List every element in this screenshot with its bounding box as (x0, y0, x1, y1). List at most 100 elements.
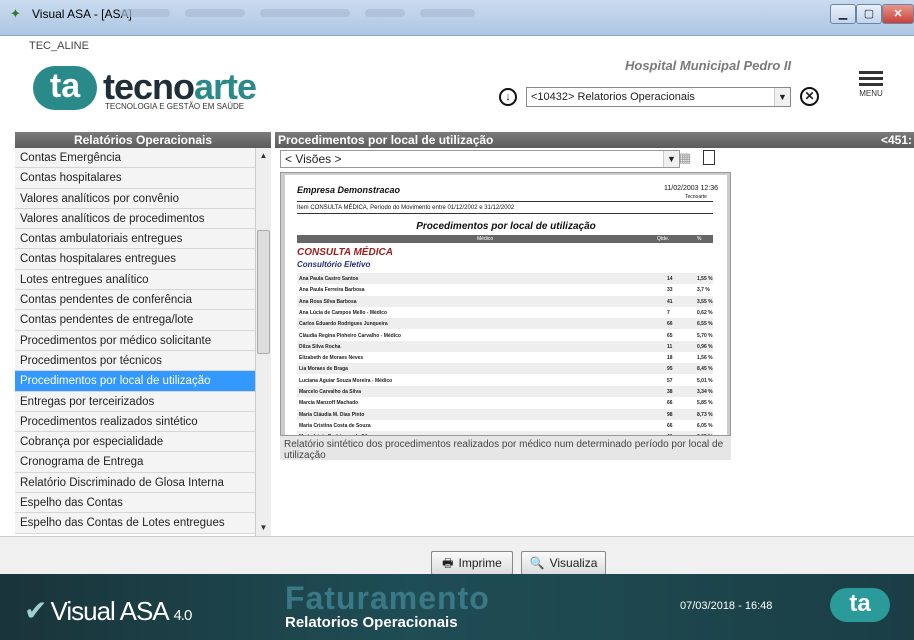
preview-divider (297, 213, 713, 214)
preview-category: CONSULTA MÉDICA (297, 247, 393, 258)
preview-cell-name: Maria Cristina Costa de Souza (299, 422, 371, 429)
preview-cell-pct: 3,55 % (697, 298, 713, 305)
footer-datetime: 07/03/2018 - 16:48 (680, 600, 773, 612)
preview-row: Ana Lúcia de Campos Mello - Médico 7 0,62 … (297, 307, 713, 318)
new-document-icon[interactable] (703, 150, 715, 165)
scroll-thumb[interactable] (257, 230, 270, 354)
list-item[interactable]: Contas Emergência (15, 148, 255, 169)
preview-cell-name: Luciana Aguiar Souza Moreira - Médico (299, 377, 393, 384)
list-item[interactable]: Espelho das Contas (15, 493, 255, 514)
preview-cell-qty: 14 (667, 276, 673, 282)
minimize-button[interactable]: ▁ (830, 4, 856, 24)
list-item[interactable]: Procedimentos por técnicos (15, 350, 255, 372)
preview-cell-qty: 7 (667, 309, 670, 316)
submodule-name: Relatorios Operacionais (285, 614, 458, 631)
list-item[interactable]: Valores analíticos de procedimentos (15, 208, 255, 230)
list-item[interactable]: Relatório Discriminado de Glosa Interna (15, 472, 255, 494)
preview-cell-pct: 5,85 % (697, 400, 713, 407)
sidebar-scrollbar[interactable]: ▲ ▼ (255, 148, 271, 536)
preview-cell-qty: 65 (667, 332, 673, 339)
list-item[interactable]: Entregas por terceirizados (15, 391, 255, 412)
scroll-up-icon[interactable]: ▲ (256, 148, 271, 164)
list-item[interactable]: Contas ambulatoriais entregues (15, 229, 255, 250)
properties-icon[interactable]: ▦ (679, 150, 693, 166)
blurred-title-text (120, 9, 170, 17)
sidebar: Relatórios Operacionais Contas Emergênci… (15, 132, 271, 536)
preview-cell-pct: 6,05 % (697, 422, 713, 429)
maximize-button[interactable]: ▢ (856, 4, 882, 24)
user-name: TEC_ALINE (29, 40, 89, 52)
preview-cell-qty: 57 (667, 377, 673, 384)
preview-row: Ana Rosa Silva Barbosa 41 3,55 % (297, 295, 713, 307)
preview-cell-name: Ana Paula Castro Santos (299, 276, 359, 282)
view-label: Visualiza (549, 556, 598, 570)
preview-cell-name: Lia Moraes de Braga (299, 366, 348, 373)
preview-row: Dilza Silva Rocha 11 0,96 % (297, 340, 713, 352)
preview-row: Luciana Aguiar Souza Moreira - Médico 57 5… (297, 375, 713, 386)
preview-row: Ana Paula Castro Santos 14 1,55 % (297, 273, 713, 284)
list-item[interactable]: Valores analíticos por convênio (15, 188, 255, 209)
list-item[interactable]: Contas hospitalares entregues (15, 249, 255, 270)
preview-cell-name: Ana Rosa Silva Barbosa (299, 298, 357, 305)
preview-cell-pct: 5,01 % (697, 377, 713, 384)
sidebar-title: Relatórios Operacionais (15, 132, 271, 148)
preview-row: Maria Cláudia M. Dias Pinto 98 8,73 % (297, 408, 713, 420)
preview-page: Empresa Demonstracao 11/02/2003 12:36 Te… (285, 175, 727, 435)
magnifier-icon: 🔍 (529, 556, 545, 570)
download-icon[interactable]: ↓ (499, 88, 517, 106)
list-item[interactable]: Lotes entregues analítico (15, 269, 255, 291)
preview-cell-name: Maria Cláudia M. Dias Pinto (299, 411, 365, 418)
list-item[interactable]: Espelho das Contas de Lotes entregues (15, 513, 255, 534)
preview-report-title: Procedimentos por local de utilização (416, 221, 596, 232)
preview-cell-qty: 41 (667, 298, 673, 305)
list-item-selected[interactable]: Procedimentos por local de utilização (15, 371, 255, 392)
preview-cell-qty: 11 (667, 343, 673, 350)
preview-item-line: Item CONSULTA MÉDICA, Período do Movimen… (297, 205, 515, 211)
preview-row: Cláudia Regina Pinheiro Carvalho - Médic… (297, 330, 713, 341)
list-item[interactable]: Cronograma de Entrega (15, 452, 255, 473)
report-code: <451: (880, 133, 912, 147)
preview-cell-name: Marcia Manzoff Machado (299, 400, 359, 407)
preview-cell-pct: 5,70 % (697, 332, 713, 339)
list-item[interactable]: Procedimentos por médico solicitante (15, 330, 255, 351)
list-item[interactable]: Contas pendentes de conferência (15, 290, 255, 311)
preview-cell-name: Ana Paula Ferreira Barbosa (299, 287, 365, 294)
menu-label: MENU (859, 89, 883, 98)
preview-vendor: Tecnoarte (685, 194, 707, 200)
preview-cell-name: Marcelo Carvalho da Silva (299, 389, 361, 395)
logo-badge: ta (33, 66, 97, 110)
preview-cell-qty: 95 (667, 366, 673, 373)
preview-date: 11/02/2003 12:36 (664, 185, 718, 192)
print-button[interactable]: 🖶 Imprime (431, 551, 513, 575)
report-list: Contas Emergência Contas hospitalares Va… (15, 148, 255, 536)
chevron-down-icon[interactable]: ▼ (774, 88, 790, 106)
report-description: Relatório sintético dos procedimentos re… (280, 436, 731, 461)
preview-cell-pct: 8,45 % (697, 366, 713, 373)
list-item[interactable]: Contas hospitalares (15, 168, 255, 189)
preview-row: Marcelo Carvalho da Silva 38 3,34 % (297, 386, 713, 397)
clear-icon[interactable]: ✕ (800, 87, 819, 106)
list-item[interactable]: Contas pendentes de entrega/lote (15, 310, 255, 331)
logo-name-part1: tecno (103, 66, 195, 107)
print-label: Imprime (458, 556, 502, 570)
report-title: Procedimentos por local de utilização (278, 133, 494, 147)
action-bar: 🖶 Imprime 🔍 Visualiza (0, 536, 914, 575)
view-button[interactable]: 🔍 Visualiza (521, 551, 606, 575)
visoes-select[interactable]: < Visões > ▼ (280, 150, 680, 168)
report-panel: Procedimentos por local de utilização <4… (275, 132, 914, 536)
chevron-down-icon[interactable]: ▼ (663, 151, 679, 167)
menu-button[interactable]: MENU (853, 68, 889, 104)
preview-cell-pct: 6,55 % (697, 321, 713, 328)
blurred-title-text (260, 9, 350, 17)
tecnoarte-logo: ta tecnoarte TECNOLOGIA E GESTÃO EM SAÚD… (33, 66, 263, 116)
preview-cell-pct: 0,96 % (697, 343, 713, 350)
preview-table-header: Médico Qtde. % (297, 235, 713, 243)
logo-tagline: TECNOLOGIA E GESTÃO EM SAÚDE (105, 102, 245, 111)
preview-cell-qty: 98 (667, 411, 673, 418)
report-module-select[interactable]: <10432> Relatorios Operacionais ▼ (526, 87, 791, 107)
list-item[interactable]: Procedimentos realizados sintético (15, 411, 255, 433)
preview-cell-qty: 18 (667, 355, 673, 362)
scroll-down-icon[interactable]: ▼ (256, 520, 271, 536)
list-item[interactable]: Cobrança por especialidade (15, 432, 255, 453)
close-button[interactable]: ✕ (882, 4, 914, 24)
